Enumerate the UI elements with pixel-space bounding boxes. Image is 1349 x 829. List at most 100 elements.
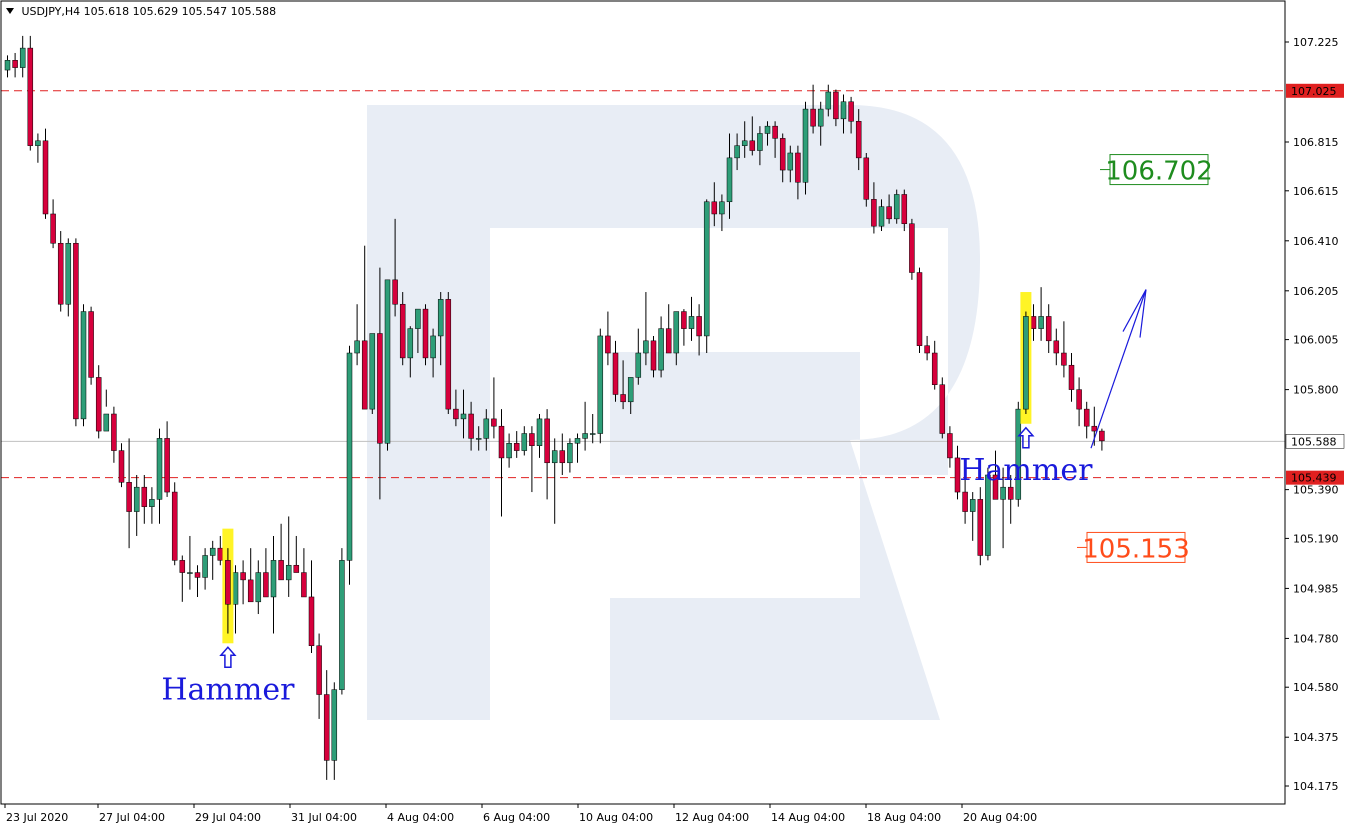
candle-body [384,279,391,444]
candle [73,238,79,427]
candle-body [430,335,436,359]
candle [126,438,132,549]
candle [240,560,246,605]
candle-body [909,223,915,273]
candle [810,84,816,134]
candle [1068,353,1075,402]
candle [681,309,687,346]
candle [270,535,277,634]
candle-body [12,60,18,68]
candle-body [301,572,307,598]
candle [369,333,376,414]
candle-body [392,279,398,305]
candle [521,426,528,456]
candle-body [361,340,368,410]
candle-body [141,486,148,507]
candle [1030,304,1037,341]
candle-body [331,689,338,761]
candle-body [673,311,680,354]
candle-body [263,572,269,598]
current-price-label: 105.588 [1291,435,1337,448]
candle-body [779,138,786,171]
candle-body [833,91,839,120]
candle [597,328,604,444]
x-tick-label: 29 Jul 04:00 [195,811,261,824]
candle-body [407,328,414,359]
candle-body [483,418,490,439]
candle [1038,287,1044,341]
candle-body [589,433,596,435]
price-chart[interactable]: Hammer Hammer 106.702 105.153 107.225 106.81… [0,0,1349,829]
level-price-label: 107.025 [1291,85,1337,98]
candle [703,199,710,354]
candle [909,218,915,280]
target-down-box: 105.153 [1082,531,1190,564]
candle-body [1030,316,1037,329]
candle [589,414,596,444]
candle-body [422,308,429,359]
candle-body [50,213,56,244]
candle-body [817,108,824,127]
candle-body [88,311,94,378]
x-tick-label: 10 Aug 04:00 [579,811,653,824]
candle [202,548,208,590]
candle [278,523,284,581]
candle-body [73,242,79,420]
candle-body [513,443,520,451]
target-up-box: 106.702 [1105,154,1213,187]
candle-body [149,499,155,507]
candle [582,401,588,451]
candle [658,316,664,378]
x-tick-label: 23 Jul 2020 [6,811,68,824]
candle-body [247,579,254,603]
candle [164,421,170,497]
candle-body [453,408,459,420]
candle [133,474,140,536]
candle [445,292,452,414]
candle [57,231,64,312]
candle [247,548,254,603]
candle [924,335,930,361]
candle [802,101,809,195]
candle-body [133,486,140,512]
candle [1053,328,1060,366]
candle [544,409,550,500]
hammer-candle-body [225,560,231,605]
candle [50,199,56,249]
level-price-label: 105.439 [1291,472,1337,485]
candle [567,438,573,473]
candle-body [232,572,239,605]
candle [12,52,18,78]
candle-body [916,272,923,346]
candle [688,296,695,341]
x-tick-label: 4 Aug 04:00 [387,811,454,824]
candle [665,304,672,354]
candle-body [179,560,186,573]
target-label: 105.153 [1082,534,1190,564]
candle [255,560,262,615]
candle [361,245,368,410]
y-tick-label: 105.390 [1293,484,1339,497]
candle-body [468,413,474,439]
candle-body [665,328,672,354]
candle [931,340,938,390]
candle-body [278,560,284,581]
candle [574,433,581,463]
x-tick-label: 20 Aug 04:00 [963,811,1037,824]
candle-body [399,303,406,359]
candle [696,304,702,356]
candle-body [962,491,968,512]
candle [1061,321,1067,378]
hammer-candle-body [1023,316,1029,410]
candle-body [969,499,976,512]
dropdown-triangle-icon[interactable] [6,8,14,14]
candle-body [4,60,11,71]
candle-body [293,564,300,573]
y-tick-label: 104.375 [1293,731,1339,744]
price-axis: 107.225 106.815 106.615 106.410 106.205 106.0… [1285,36,1345,793]
candle-body [741,140,748,146]
candle [232,565,239,634]
candle-body [559,450,566,464]
candle [1099,428,1105,451]
candle-body [308,596,315,646]
